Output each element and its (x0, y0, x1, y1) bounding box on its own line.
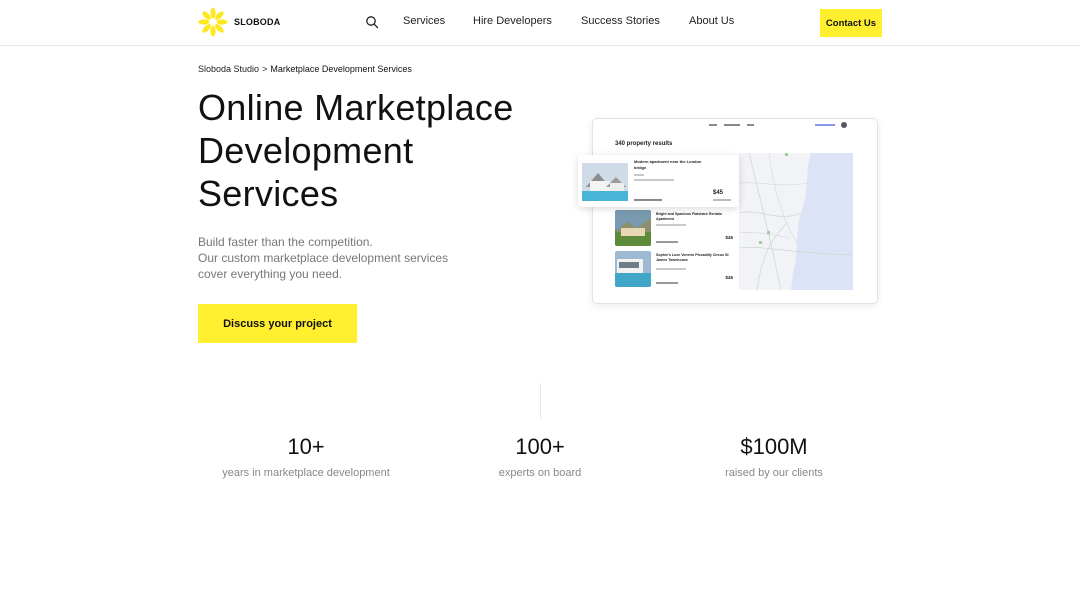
stat-label: raised by our clients (725, 467, 823, 479)
listing-title: Bright and Spacious Flatshare Rentals Ap… (656, 212, 722, 221)
featured-listing-card: Modern apartment near the London bridge … (578, 155, 739, 207)
listing-title: Sophie's Luxe Venerio Piccadilly Circus … (656, 253, 729, 262)
listing-meta (656, 268, 686, 270)
stat-experts: 100+ experts on board (420, 434, 660, 479)
nav-hire-developers[interactable]: Hire Developers (473, 15, 552, 27)
listing-photo (615, 210, 651, 246)
logo-text: SLOBODA (234, 17, 281, 27)
subtitle-line: Our custom marketplace development servi… (198, 251, 449, 265)
mockup-user-link (815, 124, 835, 126)
listing-rating (656, 241, 678, 243)
breadcrumb-separator: > (262, 64, 268, 74)
list-item: Bright and Spacious Flatshare Rentals Ap… (615, 210, 733, 246)
stat-value: 100+ (515, 434, 565, 459)
site-header: SLOBODA Services Hire Developers Success… (0, 0, 1080, 46)
marketplace-mockup: 340 property results Bright and Spacious… (592, 118, 878, 304)
contact-us-button[interactable]: Contact Us (820, 9, 882, 37)
listing-rating (656, 282, 678, 284)
divider (540, 383, 541, 419)
title-line: Development (198, 130, 414, 171)
listing-rating (634, 199, 662, 201)
listing-meta (656, 224, 686, 226)
sun-logo-icon (198, 7, 228, 37)
listing-title: Modern apartment near the London bridge (634, 159, 702, 170)
stat-label: experts on board (498, 467, 582, 479)
stat-years: 10+ years in marketplace development (186, 434, 426, 479)
title-line: Online Marketplace (198, 87, 514, 128)
subtitle-line: Build faster than the competition. (198, 235, 373, 249)
stat-label: years in marketplace development (222, 467, 390, 479)
listing-meta (634, 179, 674, 181)
avatar (841, 122, 847, 128)
page-title: Online Marketplace Development Services (198, 86, 578, 215)
hero-subtitle: Build faster than the competition. Our c… (198, 234, 498, 282)
listing-photo (615, 251, 651, 287)
stat-raised: $100M raised by our clients (654, 434, 894, 479)
subtitle-line: cover everything you need. (198, 267, 343, 281)
stat-value: 10+ (287, 434, 325, 459)
listing-location (634, 174, 644, 176)
list-item: Sophie's Luxe Venerio Piccadilly Circus … (615, 251, 733, 287)
breadcrumb-current: Marketplace Development Services (270, 64, 412, 74)
nav-services[interactable]: Services (403, 15, 445, 27)
listing-photo (582, 163, 628, 201)
discuss-project-button[interactable]: Discuss your project (198, 304, 357, 343)
logo[interactable]: SLOBODA (198, 7, 280, 37)
listing-price: $45 (725, 275, 733, 280)
stat-value: $100M (740, 434, 808, 459)
map (739, 153, 853, 290)
title-line: Services (198, 173, 339, 214)
listing-price: $45 (725, 235, 733, 240)
mockup-results-count: 340 property results (615, 141, 673, 147)
breadcrumb-home-link[interactable]: Sloboda Studio (198, 64, 259, 74)
nav-success-stories[interactable]: Success Stories (581, 15, 660, 27)
breadcrumb: Sloboda Studio > Marketplace Development S… (198, 64, 412, 74)
search-icon[interactable] (364, 14, 380, 30)
listing-total (713, 199, 731, 201)
nav-about-us[interactable]: About Us (689, 15, 734, 27)
mockup-search-bar (709, 123, 757, 127)
listing-price: $45 (713, 190, 724, 196)
